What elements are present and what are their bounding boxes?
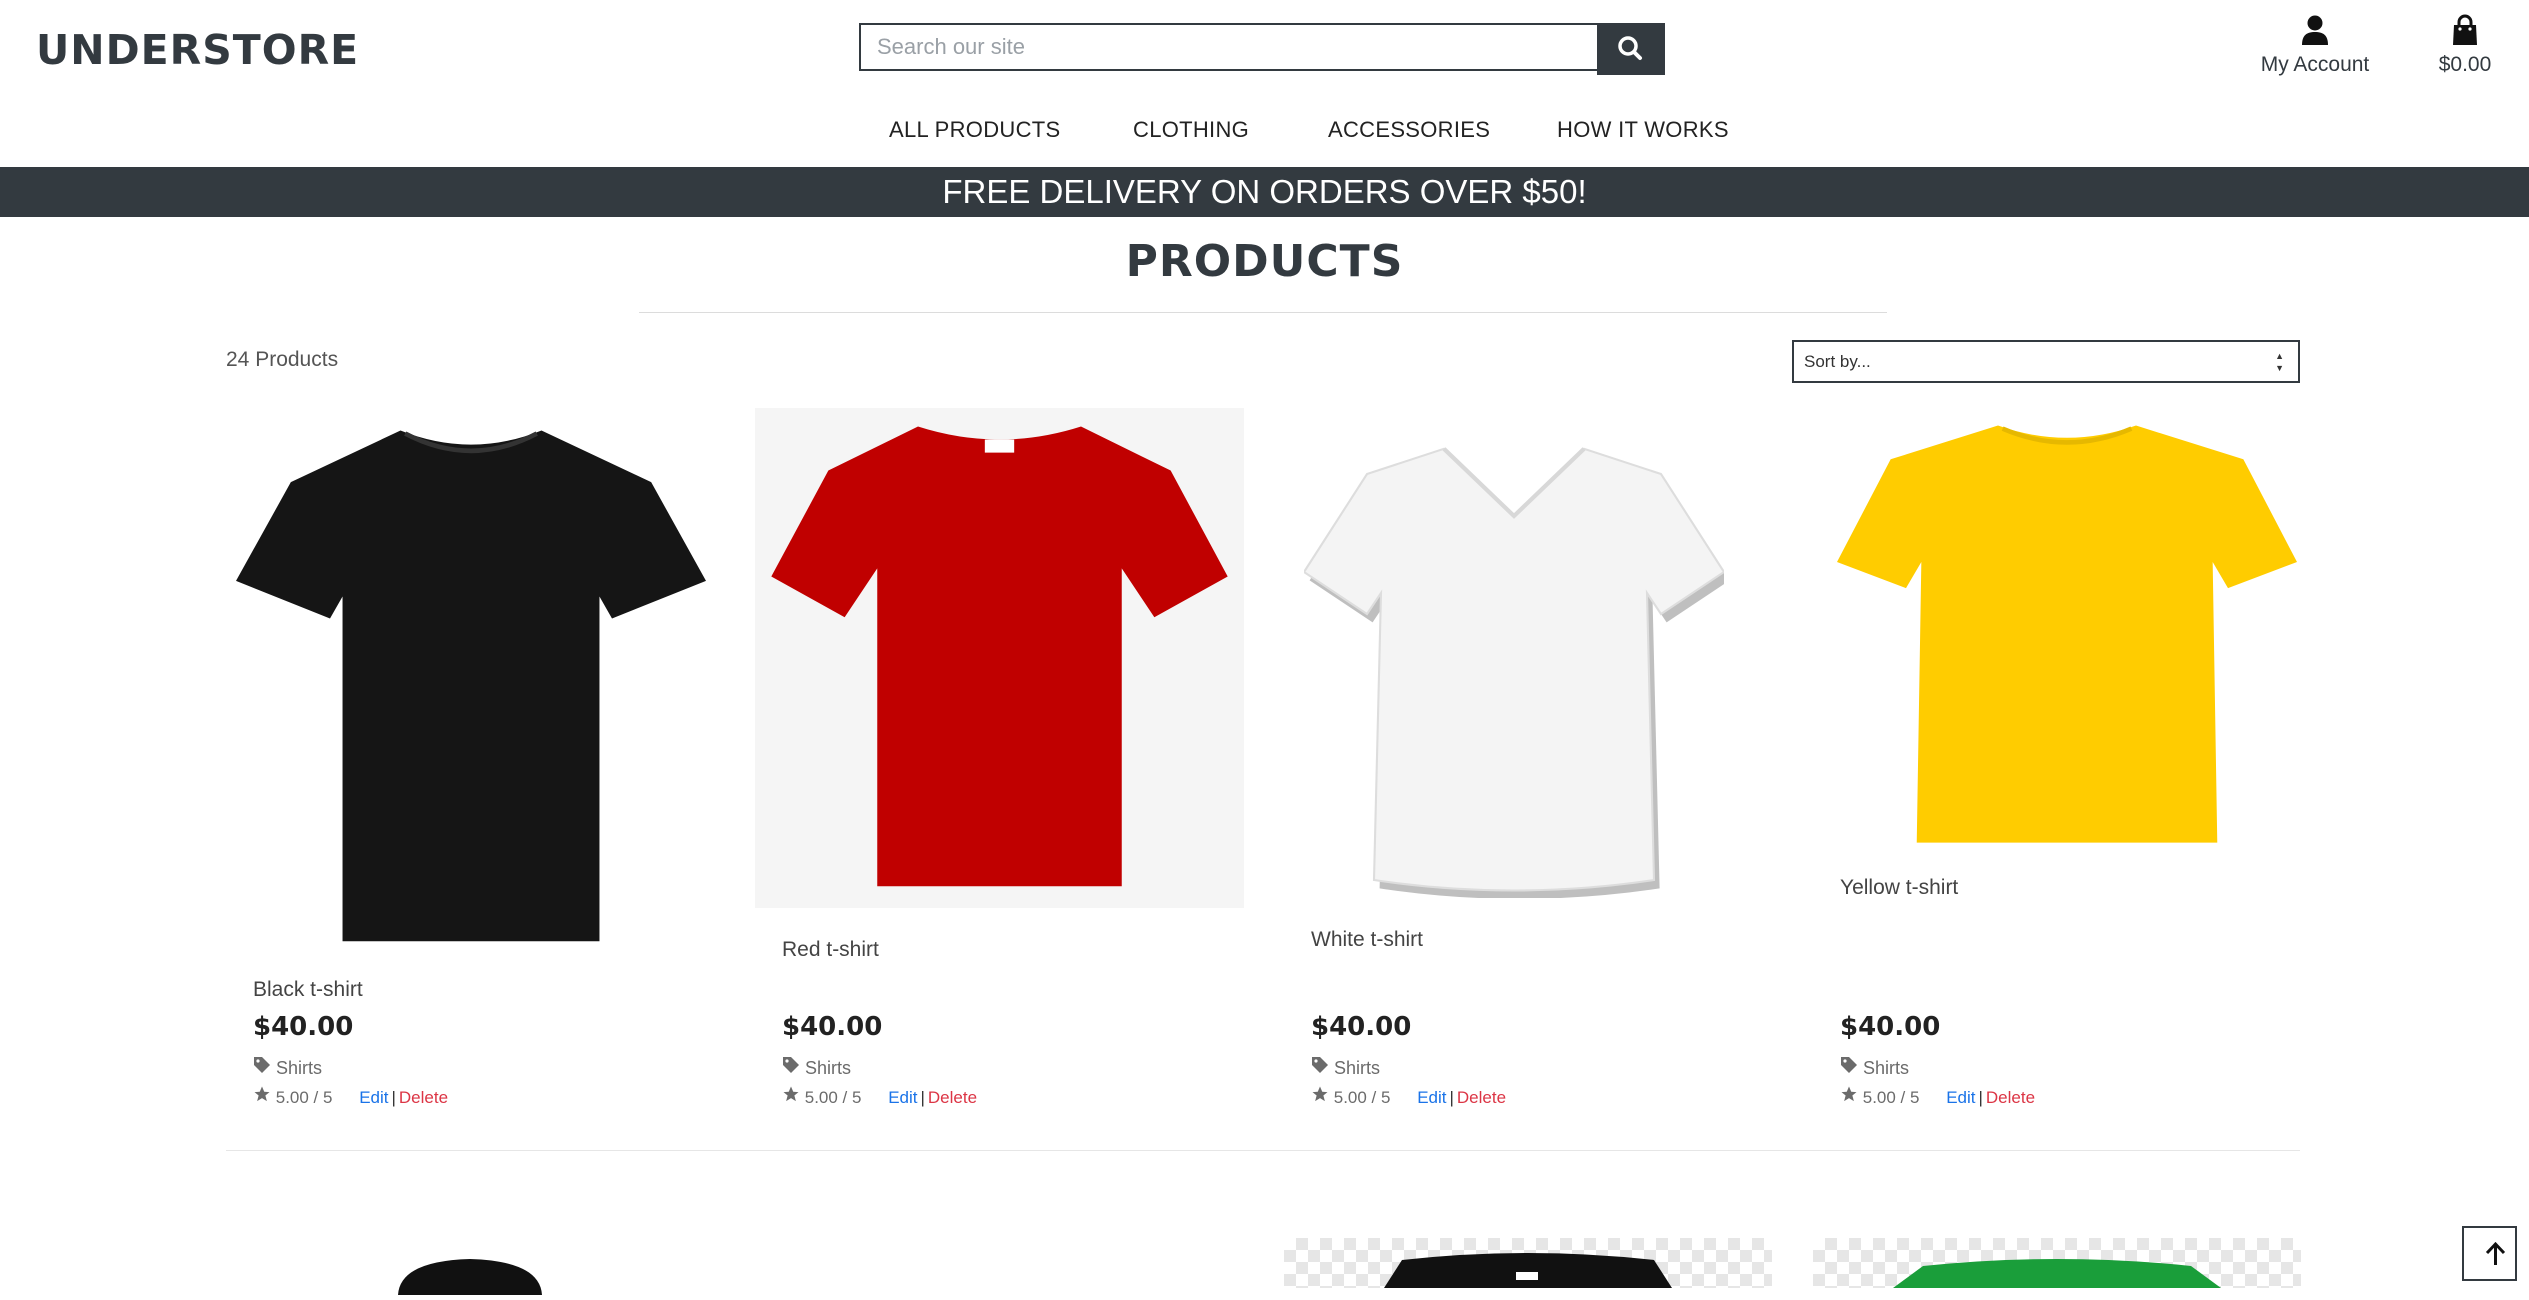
product-card[interactable]: White t-shirt $40.00 Shirts 5.00 / 5 Edi… [1284, 408, 1774, 1118]
product-image[interactable] [1304, 428, 1724, 898]
user-icon [2302, 15, 2328, 45]
product-price: $40.00 [1311, 1012, 1412, 1042]
product-image[interactable] [236, 408, 706, 948]
nav-accessories[interactable]: ACCESSORIES [1328, 110, 1490, 150]
product-price: $40.00 [782, 1012, 883, 1042]
product-card[interactable]: Yellow t-shirt $40.00 Shirts 5.00 / 5 Ed… [1813, 408, 2303, 1118]
sort-selected-value: Sort by... [1804, 352, 1871, 371]
product-image-partial[interactable] [1284, 1238, 1772, 1288]
action-separator: | [1978, 1088, 1983, 1107]
product-category[interactable]: Shirts [1311, 1056, 1380, 1079]
tag-icon [1841, 1057, 1857, 1073]
delete-product-link[interactable]: Delete [399, 1088, 448, 1107]
nav-all-products[interactable]: ALL PRODUCTS [889, 110, 1061, 150]
product-price: $40.00 [253, 1012, 354, 1042]
search-button[interactable] [1597, 23, 1665, 75]
product-price: $40.00 [1840, 1012, 1941, 1042]
site-header: UNDERSTORE My Account $0.00 ALL PRODUCTS… [0, 0, 2529, 167]
cart-link[interactable]: $0.00 [2410, 14, 2520, 77]
search-icon [1618, 36, 1642, 60]
promo-banner: FREE DELIVERY ON ORDERS OVER $50! [0, 167, 2529, 217]
product-category[interactable]: Shirts [253, 1056, 322, 1079]
edit-product-link[interactable]: Edit [1946, 1088, 1975, 1107]
product-name[interactable]: Yellow t-shirt [1840, 876, 1958, 900]
product-category[interactable]: Shirts [782, 1056, 851, 1079]
shopping-bag-icon [2453, 14, 2477, 45]
product-category-label: Shirts [276, 1058, 323, 1078]
tag-icon [254, 1057, 270, 1073]
red-tshirt-graphic [771, 426, 1228, 887]
product-card[interactable]: Red t-shirt $40.00 Shirts 5.00 / 5 Edit |… [755, 408, 1245, 1118]
my-account-link[interactable]: My Account [2230, 14, 2400, 77]
page-title: PRODUCTS [1125, 236, 1404, 287]
product-card[interactable]: Black t-shirt $40.00 Shirts 5.00 / 5 Edi… [226, 408, 716, 1118]
product-category-label: Shirts [805, 1058, 852, 1078]
product-image[interactable] [755, 408, 1244, 908]
delete-product-link[interactable]: Delete [1457, 1088, 1506, 1107]
title-divider [639, 312, 1887, 313]
star-icon [783, 1086, 799, 1102]
product-image-partial[interactable] [390, 1255, 550, 1295]
product-rating: 5.00 / 5 [804, 1088, 862, 1107]
product-rating: 5.00 / 5 [1862, 1088, 1920, 1107]
my-account-label: My Account [2260, 53, 2370, 76]
product-image[interactable] [1837, 416, 2297, 846]
product-meta: 5.00 / 5 Edit | Delete [253, 1085, 448, 1108]
product-category-label: Shirts [1334, 1058, 1381, 1078]
edit-product-link[interactable]: Edit [359, 1088, 388, 1107]
product-name[interactable]: Red t-shirt [782, 938, 879, 962]
site-logo[interactable]: UNDERSTORE [36, 20, 359, 80]
green-tshirt-graphic [1893, 1259, 2221, 1288]
row-divider [226, 1150, 2300, 1151]
product-rating: 5.00 / 5 [1333, 1088, 1391, 1107]
edit-product-link[interactable]: Edit [1417, 1088, 1446, 1107]
search-input[interactable] [859, 23, 1597, 71]
tag-icon [783, 1057, 799, 1073]
sort-arrows-icon: ▲ ▼ [2275, 351, 2284, 373]
product-count: 24 Products [226, 348, 339, 371]
cart-total: $0.00 [2438, 53, 2492, 76]
product-name[interactable]: Black t-shirt [253, 978, 363, 1002]
product-category-label: Shirts [1863, 1058, 1910, 1078]
product-meta: 5.00 / 5 Edit | Delete [1840, 1085, 2035, 1108]
delete-product-link[interactable]: Delete [928, 1088, 977, 1107]
action-separator: | [920, 1088, 925, 1107]
product-image-partial[interactable] [1813, 1238, 2301, 1288]
sort-select[interactable]: Sort by... ▲ ▼ [1792, 340, 2300, 383]
star-icon [1312, 1086, 1328, 1102]
star-icon [254, 1086, 270, 1102]
product-name[interactable]: White t-shirt [1311, 928, 1423, 952]
back-to-top-button[interactable] [2462, 1226, 2517, 1281]
edit-product-link[interactable]: Edit [888, 1088, 917, 1107]
product-meta: 5.00 / 5 Edit | Delete [782, 1085, 977, 1108]
nav-how-it-works[interactable]: HOW IT WORKS [1557, 110, 1729, 150]
action-separator: | [1449, 1088, 1454, 1107]
star-icon [1841, 1086, 1857, 1102]
product-rating: 5.00 / 5 [275, 1088, 333, 1107]
delete-product-link[interactable]: Delete [1986, 1088, 2035, 1107]
product-category[interactable]: Shirts [1840, 1056, 1909, 1079]
main-nav: ALL PRODUCTS CLOTHING ACCESSORIES HOW IT… [0, 110, 2529, 150]
product-meta: 5.00 / 5 Edit | Delete [1311, 1085, 1506, 1108]
arrow-up-icon [2485, 1241, 2506, 1265]
black-tshirt-graphic [1384, 1253, 1672, 1288]
action-separator: | [391, 1088, 396, 1107]
search-form [859, 23, 1665, 75]
nav-clothing[interactable]: CLOTHING [1133, 110, 1249, 150]
cap-graphic [398, 1259, 542, 1295]
tag-icon [1312, 1057, 1328, 1073]
